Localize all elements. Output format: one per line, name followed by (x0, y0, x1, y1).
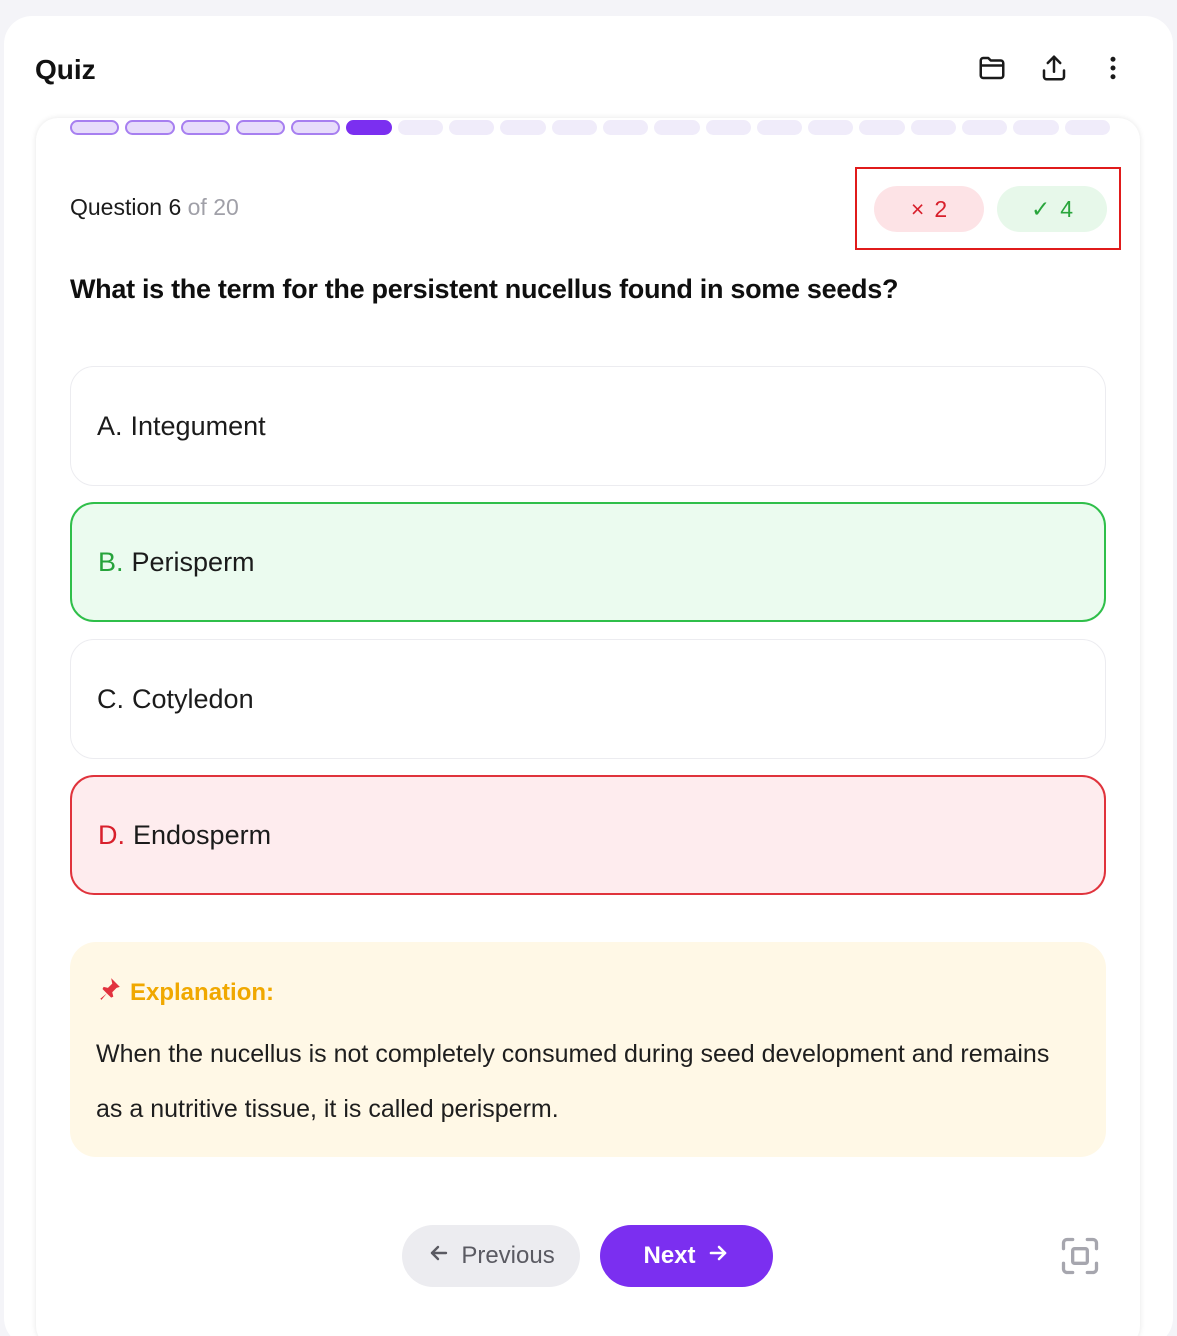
explanation-header: Explanation: (96, 976, 1080, 1009)
option-label: Cotyledon (132, 683, 254, 714)
option-label: Perisperm (131, 546, 255, 577)
correct-count-badge: ✓ 4 (997, 186, 1107, 232)
progress-segment (1064, 120, 1110, 135)
correct-count: 4 (1060, 195, 1074, 222)
progress-segment (551, 120, 597, 135)
folder-icon[interactable] (974, 50, 1010, 86)
explanation-panel: Explanation: When the nucellus is not co… (70, 942, 1106, 1157)
arrow-right-icon (706, 1241, 730, 1272)
question-text: What is the term for the persistent nuce… (70, 274, 899, 304)
previous-label: Previous (461, 1242, 555, 1269)
next-button[interactable]: Next (600, 1225, 773, 1287)
progress-segment (346, 120, 392, 135)
next-label: Next (643, 1242, 696, 1269)
question-counter-current: 6 (168, 194, 182, 220)
progress-segment (859, 120, 905, 135)
wrong-count-badge: × 2 (874, 186, 984, 232)
previous-button[interactable]: Previous (402, 1225, 580, 1287)
share-upload-icon[interactable] (1036, 50, 1072, 86)
page-title: Quiz (35, 54, 96, 85)
close-icon: × (910, 195, 925, 222)
progress-segment (397, 120, 444, 135)
progress-segment (500, 120, 546, 135)
progress-segment (70, 120, 120, 135)
progress-segment (1013, 120, 1059, 135)
more-vertical-icon[interactable] (1095, 50, 1131, 86)
option-letter: B. (98, 546, 124, 577)
check-icon: ✓ (1030, 195, 1051, 222)
option-label: Integument (130, 410, 266, 441)
option-a[interactable]: A. Integument (70, 366, 1106, 486)
option-letter: A. (97, 410, 123, 441)
progress-segment (654, 120, 700, 135)
option-letter: C. (97, 683, 124, 714)
progress-segment (910, 120, 957, 135)
question-counter-total: of 20 (187, 194, 239, 220)
arrow-left-icon (427, 1241, 451, 1272)
progress-segment (291, 120, 341, 135)
progress-segment (808, 120, 854, 135)
progress-bar (70, 120, 1110, 136)
option-label: Endosperm (133, 819, 272, 850)
progress-segment (125, 120, 175, 135)
option-b[interactable]: B. Perisperm (70, 502, 1106, 622)
option-c[interactable]: C. Cotyledon (70, 639, 1106, 759)
explanation-title: Explanation: (130, 978, 275, 1006)
pushpin-icon (96, 976, 122, 1009)
fullscreen-icon[interactable] (1058, 1234, 1102, 1278)
progress-segment (235, 120, 286, 135)
progress-segment (962, 120, 1008, 135)
option-letter: D. (98, 819, 125, 850)
progress-segment (180, 120, 230, 135)
progress-segment (602, 120, 649, 135)
progress-segment (756, 120, 803, 135)
question-counter: Question 6 of 20 (70, 194, 239, 221)
wrong-count: 2 (934, 195, 948, 222)
progress-segment (705, 120, 751, 135)
explanation-text: When the nucellus is not completely cons… (96, 1040, 1050, 1123)
progress-segment (449, 120, 495, 135)
option-d[interactable]: D. Endosperm (70, 775, 1106, 895)
question-counter-prefix: Question (70, 194, 163, 220)
